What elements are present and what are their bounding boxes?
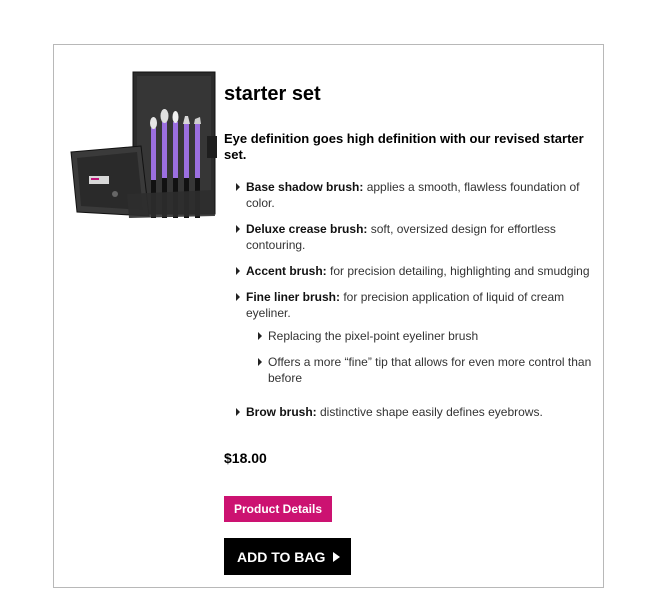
- sub-feature-list: Replacing the pixel-point eyeliner brush…: [246, 328, 594, 386]
- product-details-button[interactable]: Product Details: [224, 496, 333, 522]
- sub-list-item: Offers a more “fine” tip that allows for…: [246, 354, 594, 386]
- bullet-arrow-icon: [236, 183, 240, 191]
- feature-name: Base shadow brush:: [246, 180, 364, 194]
- bullet-arrow-icon: [236, 408, 240, 416]
- bullet-arrow-icon: [236, 293, 240, 301]
- bullet-arrow-icon: [236, 225, 240, 233]
- bullet-arrow-icon: [236, 267, 240, 275]
- brush-case-illustration: [70, 71, 217, 218]
- product-card: starter set Eye definition goes high def…: [53, 44, 604, 588]
- list-item: Base shadow brush: applies a smooth, fla…: [224, 179, 594, 211]
- bullet-arrow-icon: [258, 332, 262, 340]
- feature-desc: for precision detailing, highlighting an…: [326, 264, 590, 278]
- product-tagline: Eye definition goes high definition with…: [224, 131, 584, 162]
- play-arrow-icon: [333, 551, 341, 562]
- list-item: Deluxe crease brush: soft, oversized des…: [224, 221, 594, 253]
- add-to-bag-button[interactable]: ADD TO BAG: [224, 538, 351, 575]
- case-strap: [207, 136, 217, 158]
- product-image[interactable]: [67, 66, 217, 226]
- feature-name: Accent brush:: [246, 264, 327, 278]
- bullet-arrow-icon: [258, 358, 262, 366]
- add-to-bag-label: ADD TO BAG: [237, 548, 326, 565]
- sub-feature-text: Offers a more “fine” tip that allows for…: [268, 355, 592, 385]
- product-title: starter set: [224, 83, 321, 105]
- sub-list-item: Replacing the pixel-point eyeliner brush: [246, 328, 594, 344]
- feature-name: Fine liner brush:: [246, 290, 341, 304]
- product-price: $18.00: [224, 450, 267, 466]
- list-item: Fine liner brush: for precision applicat…: [224, 289, 594, 386]
- case-snap: [112, 191, 118, 197]
- feature-desc: distinctive shape easily defines eyebrow…: [316, 405, 543, 419]
- list-item: Accent brush: for precision detailing, h…: [224, 263, 594, 279]
- feature-name: Brow brush:: [246, 405, 317, 419]
- list-item: Brow brush: distinctive shape easily def…: [224, 404, 594, 420]
- brush-holder-strip: [127, 190, 215, 218]
- feature-name: Deluxe crease brush:: [246, 222, 368, 236]
- feature-list: Base shadow brush: applies a smooth, fla…: [224, 179, 594, 430]
- sub-feature-text: Replacing the pixel-point eyeliner brush: [268, 329, 479, 343]
